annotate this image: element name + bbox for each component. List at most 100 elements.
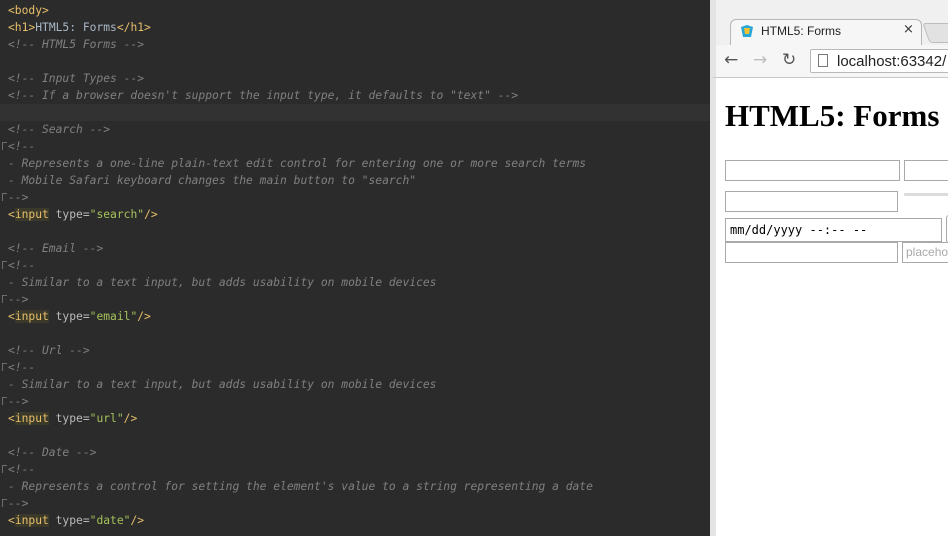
code-line[interactable]: <input type="email"/> [0,308,710,325]
code-token: < [8,412,15,425]
code-token: type= [48,412,90,425]
code-line[interactable]: <!-- Email --> [0,240,710,257]
forward-arrow-icon[interactable]: → [753,49,767,71]
code-line[interactable]: - Represents a one-line plain-text edit … [0,155,710,172]
fold-marker-icon[interactable] [2,465,7,473]
code-line[interactable] [0,223,710,240]
code-editor[interactable]: <body> <h1>HTML5: Forms</h1> <!-- HTML5 Fo… [0,0,710,536]
code-token: "email" [89,310,138,323]
code-line[interactable]: <!-- [0,257,710,274]
code-token: - Similar to a text input, but adds usab… [8,276,437,289]
text-input[interactable] [725,242,898,263]
code-token: type= [48,514,90,527]
code-token: /> [130,514,145,527]
code-line[interactable] [0,325,710,342]
code-line[interactable]: --> [0,291,710,308]
page-viewport: HTML5: Forms mm/dd/yyyy --:-- -- placeho… [716,78,948,536]
address-bar[interactable]: localhost:63342/ [810,49,948,73]
code-line[interactable]: - Mobile Safari keyboard changes the mai… [0,172,710,189]
code-line[interactable]: --> [0,189,710,206]
code-text: <!-- [8,461,35,478]
url-text[interactable]: localhost:63342/ [837,53,946,70]
fold-marker-icon[interactable] [2,142,7,150]
code-line[interactable]: <!-- Input Types --> [0,70,710,87]
code-text: <!-- [8,257,35,274]
code-token: --> [8,497,29,510]
code-token: input [14,514,49,527]
fold-marker-icon[interactable] [2,499,7,507]
fold-marker-icon[interactable] [2,193,7,201]
code-token: <!-- [8,259,36,272]
code-line[interactable] [0,427,710,444]
code-token: <!-- [8,361,36,374]
code-token: "search" [89,208,145,221]
code-token: </h1> [116,21,151,34]
code-token: <!-- Search --> [8,123,111,136]
code-token: <!-- HTML5 Forms --> [8,38,145,51]
code-line[interactable] [0,53,710,70]
code-line[interactable]: - Similar to a text input, but adds usab… [0,274,710,291]
code-line[interactable]: <h1>HTML5: Forms</h1> [0,19,710,36]
code-token: <!-- [8,140,36,153]
code-text: <!-- HTML5 Forms --> [8,36,144,53]
code-line[interactable]: <input type="search"/> [0,206,710,223]
code-text: <h1>HTML5: Forms</h1> [8,19,151,36]
code-line[interactable]: <!-- Url --> [0,342,710,359]
code-token: < [8,208,15,221]
range-slider[interactable] [904,193,948,196]
fold-marker-icon[interactable] [2,363,7,371]
code-line[interactable]: <body> [0,2,710,19]
email-input[interactable] [904,160,948,181]
code-token: HTML5: Forms [35,21,117,34]
code-token: --> [8,191,29,204]
code-text: <input type="search"/> [8,206,158,223]
code-line[interactable]: - Represents a control for setting the e… [0,478,710,495]
url-input[interactable] [725,191,898,212]
back-arrow-icon[interactable]: ← [724,49,738,71]
code-line[interactable]: <!-- Search --> [0,121,710,138]
code-token: input [14,208,49,221]
fold-marker-icon[interactable] [2,295,7,303]
datetime-input[interactable]: mm/dd/yyyy --:-- -- [725,218,942,242]
code-token: < [8,514,15,527]
code-token: - Represents a control for setting the e… [8,480,593,493]
code-token: <!-- Url --> [8,344,90,357]
code-line[interactable]: <!-- [0,138,710,155]
search-input[interactable] [725,160,900,181]
fold-marker-icon[interactable] [2,261,7,269]
code-line[interactable]: --> [0,495,710,512]
code-line[interactable]: <!-- Date --> [0,444,710,461]
code-line[interactable]: <!-- If a browser doesn't support the in… [0,87,710,104]
code-line[interactable]: <!-- [0,359,710,376]
code-line[interactable]: <!-- [0,461,710,478]
code-line[interactable]: <input type="date"/> [0,512,710,529]
new-tab-button[interactable] [922,23,948,43]
reload-icon[interactable]: ↻ [782,49,796,71]
tab-close-icon[interactable]: × [903,22,914,37]
code-token: <!-- Input Types --> [8,72,145,85]
code-text: <!-- Email --> [8,240,103,257]
code-text: <!-- Input Types --> [8,70,144,87]
code-token: input [14,412,49,425]
code-text: <input type="date"/> [8,512,144,529]
code-line[interactable]: <!-- HTML5 Forms --> [0,36,710,53]
code-token: <!-- If a browser doesn't support the in… [8,89,519,102]
code-text: <input type="url"/> [8,410,137,427]
code-line[interactable]: - Similar to a text input, but adds usab… [0,376,710,393]
code-text: --> [8,189,28,206]
code-token: /> [144,208,158,221]
code-line[interactable]: <input type="url"/> [0,410,710,427]
browser-tab[interactable]: HTML5: Forms × [730,19,922,45]
code-token: <!-- Email --> [8,242,104,255]
code-text: - Similar to a text input, but adds usab… [8,376,436,393]
placeholder-input[interactable]: placeholder [902,242,948,263]
code-token: --> [8,395,29,408]
code-line[interactable] [0,104,710,121]
code-text: <!-- Date --> [8,444,96,461]
code-line[interactable]: --> [0,393,710,410]
page-icon [818,54,828,67]
code-text: - Similar to a text input, but adds usab… [8,274,436,291]
code-text: --> [8,291,28,308]
fold-marker-icon[interactable] [2,397,7,405]
code-token: --> [8,293,29,306]
